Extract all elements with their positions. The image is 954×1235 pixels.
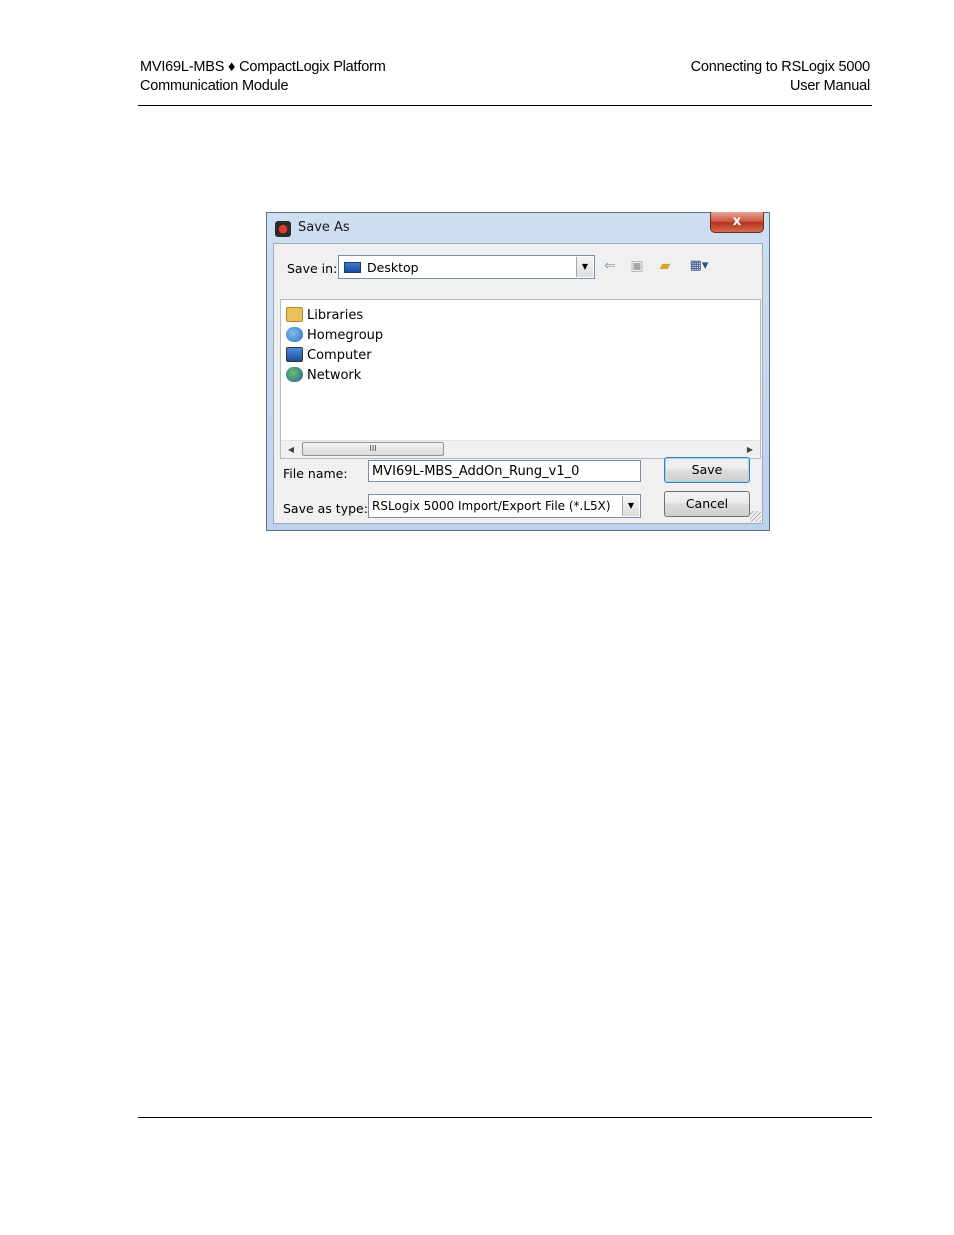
chevron-down-icon[interactable]: ▼ xyxy=(576,257,593,277)
save-in-combo[interactable]: Desktop ▼ xyxy=(338,255,595,279)
list-item[interactable]: Network xyxy=(286,367,361,385)
list-item[interactable]: Libraries xyxy=(286,307,363,325)
homegroup-icon xyxy=(286,327,303,342)
save-type-value: RSLogix 5000 Import/Export File (*.L5X) xyxy=(372,499,611,513)
save-in-value: Desktop xyxy=(367,260,419,275)
up-folder-icon[interactable]: ▣ xyxy=(627,257,647,275)
app-icon: ● xyxy=(275,221,291,237)
header-rule xyxy=(138,105,872,106)
header-module: Communication Module xyxy=(140,78,289,94)
save-in-label: Save in: xyxy=(287,261,338,276)
save-type-select[interactable]: RSLogix 5000 Import/Export File (*.L5X) … xyxy=(368,494,641,518)
chevron-down-icon[interactable]: ▼ xyxy=(622,496,639,516)
file-list[interactable]: Libraries Homegroup Computer Network ◀ I… xyxy=(280,299,761,459)
file-name-label: File name: xyxy=(283,466,348,481)
view-menu-icon[interactable]: ▦▾ xyxy=(684,257,714,275)
new-folder-icon[interactable]: ▰ xyxy=(655,257,675,275)
list-item[interactable]: Homegroup xyxy=(286,327,383,345)
close-button[interactable]: x xyxy=(710,212,764,233)
list-item[interactable]: Computer xyxy=(286,347,372,365)
list-item-label: Computer xyxy=(307,348,372,363)
back-icon[interactable]: ⇐ xyxy=(600,257,620,275)
network-icon xyxy=(286,367,303,382)
save-button[interactable]: Save xyxy=(664,457,750,483)
page-header-right: Connecting to RSLogix 5000 User Manual xyxy=(690,58,871,96)
list-item-label: Network xyxy=(307,368,362,383)
page-header-left: MVI69L-MBS ♦ CompactLogix Platform Commu… xyxy=(140,58,386,96)
list-item-label: Libraries xyxy=(307,308,364,323)
footer-rule xyxy=(138,1117,872,1118)
header-manual: User Manual xyxy=(790,78,870,94)
dialog-title: Save As xyxy=(298,220,350,235)
horizontal-scrollbar[interactable]: ◀ III ▶ xyxy=(281,440,760,458)
list-item-label: Homegroup xyxy=(307,328,384,343)
header-chapter: Connecting to RSLogix 5000 xyxy=(690,59,871,75)
desktop-icon xyxy=(344,262,361,273)
scroll-left-icon[interactable]: ◀ xyxy=(283,441,299,458)
scroll-thumb[interactable]: III xyxy=(302,442,444,456)
libraries-icon xyxy=(286,307,303,322)
computer-icon xyxy=(286,347,303,362)
resize-grip-icon[interactable] xyxy=(750,511,761,522)
scroll-right-icon[interactable]: ▶ xyxy=(742,441,758,458)
dialog-titlebar[interactable]: ● Save As x xyxy=(267,212,769,243)
save-type-label: Save as type: xyxy=(283,501,368,516)
save-as-dialog: ● Save As x Save in: Desktop ▼ ⇐ ▣ ▰ ▦▾ … xyxy=(266,212,770,531)
dialog-client: Save in: Desktop ▼ ⇐ ▣ ▰ ▦▾ Libraries Ho… xyxy=(273,243,763,524)
file-name-input[interactable]: MVI69L-MBS_AddOn_Rung_v1_0 xyxy=(368,460,641,482)
file-name-value: MVI69L-MBS_AddOn_Rung_v1_0 xyxy=(372,464,580,479)
cancel-button[interactable]: Cancel xyxy=(664,491,750,517)
header-product: MVI69L-MBS ♦ CompactLogix Platform xyxy=(140,59,386,75)
